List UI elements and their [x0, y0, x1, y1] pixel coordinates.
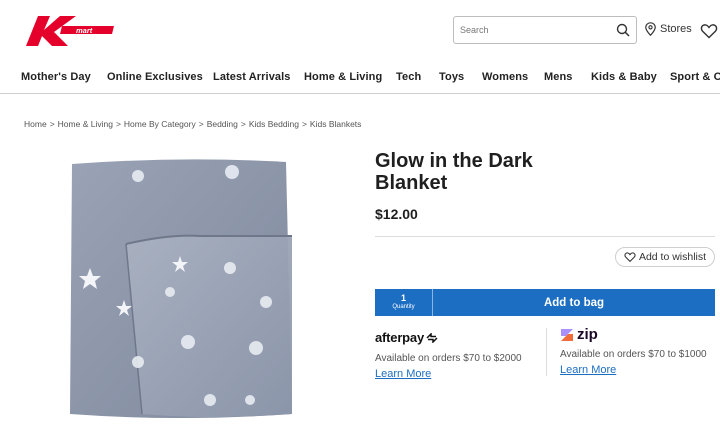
search-button[interactable]: [614, 21, 632, 39]
kmart-logo[interactable]: mart: [24, 14, 116, 48]
zip-section: zip Available on orders $70 to $1000 Lea…: [560, 326, 720, 378]
nav-item-mothers-day[interactable]: Mother's Day: [21, 71, 91, 83]
afterpay-brand: afterpay: [375, 330, 424, 345]
product-image[interactable]: [60, 152, 300, 424]
afterpay-text: Available on orders $70 to $2000: [375, 353, 522, 364]
quantity-selector[interactable]: 1 Quantity: [375, 289, 433, 316]
site-header: mart Stores: [0, 0, 720, 60]
nav-divider: [0, 93, 720, 94]
nav-item-home-living[interactable]: Home & Living: [304, 71, 382, 83]
breadcrumb-separator: >: [301, 119, 307, 129]
breadcrumb-separator: >: [49, 119, 55, 129]
zip-text: Available on orders $70 to $1000: [560, 349, 707, 360]
nav-item-womens[interactable]: Womens: [482, 71, 528, 83]
main-nav: Mother's Day Online Exclusives Latest Ar…: [0, 66, 720, 92]
breadcrumb-separator: >: [240, 119, 246, 129]
breadcrumb-item-current[interactable]: Kids Blankets: [310, 119, 362, 129]
breadcrumb-item[interactable]: Home & Living: [58, 119, 113, 129]
afterpay-arrows-icon: [426, 332, 438, 343]
stores-label: Stores: [660, 23, 692, 35]
breadcrumb-item[interactable]: Kids Bedding: [249, 119, 299, 129]
wishlist-header-button[interactable]: [700, 22, 718, 40]
payment-divider: [546, 328, 547, 376]
breadcrumb: Home > Home & Living > Home By Category > Bedd…: [24, 119, 361, 129]
nav-item-tech[interactable]: Tech: [396, 71, 421, 83]
breadcrumb-item[interactable]: Bedding: [207, 119, 238, 129]
search-input[interactable]: [454, 18, 604, 42]
blanket-image: [70, 159, 292, 418]
zip-mark-icon: [561, 328, 573, 341]
kmart-logo-icon: mart: [26, 16, 114, 46]
nav-item-kids-baby[interactable]: Kids & Baby: [591, 71, 657, 83]
add-to-wishlist-button[interactable]: Add to wishlist: [615, 247, 715, 267]
search-icon: [616, 23, 630, 37]
product-title-line-2: Blanket: [375, 172, 448, 194]
heart-icon: [624, 252, 636, 263]
price-divider: [375, 236, 715, 237]
quantity-value: 1: [400, 293, 406, 303]
nav-item-mens[interactable]: Mens: [544, 71, 573, 83]
breadcrumb-separator: >: [198, 119, 204, 129]
product-title: Glow in the Dark Blanket: [375, 150, 615, 194]
afterpay-learn-more-link[interactable]: Learn More: [375, 368, 431, 380]
breadcrumb-separator: >: [115, 119, 121, 129]
product-price: $12.00: [375, 206, 418, 222]
add-to-bag-button[interactable]: Add to bag: [433, 297, 715, 309]
zip-learn-more-link[interactable]: Learn More: [560, 364, 616, 376]
nav-item-online-exclusives[interactable]: Online Exclusives: [107, 71, 203, 83]
breadcrumb-item[interactable]: Home: [24, 119, 47, 129]
breadcrumb-item[interactable]: Home By Category: [124, 119, 196, 129]
nav-item-latest-arrivals[interactable]: Latest Arrivals: [213, 71, 291, 83]
location-pin-icon: [645, 22, 656, 36]
afterpay-logo: afterpay: [375, 330, 545, 345]
nav-item-sport-outdoor[interactable]: Sport & Ou: [670, 71, 720, 83]
product-title-line-1: Glow in the Dark: [375, 150, 533, 172]
nav-item-toys[interactable]: Toys: [439, 71, 464, 83]
wishlist-label: Add to wishlist: [638, 251, 707, 263]
heart-icon: [700, 24, 718, 39]
zip-brand: zip: [577, 326, 598, 343]
quantity-label: Quantity: [392, 304, 415, 310]
stores-link[interactable]: Stores: [645, 22, 692, 36]
zip-logo: zip: [560, 326, 720, 343]
search-box: [453, 16, 637, 44]
add-to-bag-bar: 1 Quantity Add to bag: [375, 289, 715, 316]
afterpay-section: afterpay Available on orders $70 to $200…: [375, 330, 545, 382]
svg-text:mart: mart: [76, 26, 93, 35]
